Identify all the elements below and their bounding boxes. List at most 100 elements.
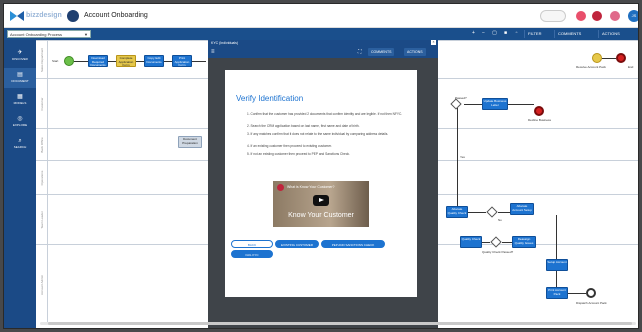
sidebar: ✈ DISCOVER ▤ DOCUMENT ▦ MODELS ◎ EXPLORE…	[4, 40, 36, 328]
sequence-flow	[136, 61, 144, 62]
play-icon[interactable]	[313, 195, 329, 206]
sidebar-item-document[interactable]: ▤ DOCUMENT	[4, 68, 36, 88]
map-icon[interactable]: ■	[502, 30, 509, 37]
comments-button[interactable]: COMMENTS	[554, 30, 584, 38]
intermediate-event[interactable]	[592, 53, 602, 63]
instruction-step: 5. If not an existing customer then proc…	[247, 152, 350, 156]
sidebar-item-label: SEARCH	[13, 145, 27, 149]
page-title: Account Onboarding	[84, 12, 148, 19]
sequence-flow	[468, 212, 486, 213]
start-event[interactable]	[64, 56, 74, 66]
process-select[interactable]: Account Onboarding Process ▼	[7, 30, 91, 38]
alerts-icon[interactable]	[592, 11, 602, 21]
sidebar-item-label: DISCOVER	[12, 57, 28, 61]
sequence-flow	[498, 212, 510, 213]
filter-button[interactable]: FILTER	[524, 30, 544, 38]
no-label: No	[498, 218, 502, 222]
task-node[interactable]: Download Required Documents	[88, 55, 108, 67]
sidebar-item-label: DOCUMENT	[11, 79, 29, 83]
menu-icon[interactable]: ≡	[211, 48, 215, 56]
sidebar-item-label: EXPLORE	[12, 123, 28, 127]
document-icon: ▤	[17, 72, 23, 78]
receive-pack-label: Receive Account Pack	[576, 65, 606, 69]
sequence-flow	[74, 61, 88, 62]
sidebar-item-explore[interactable]: ◎ EXPLORE	[4, 112, 36, 132]
end-event[interactable]	[586, 288, 596, 298]
task-node[interactable]: Document Preparation	[178, 136, 202, 148]
horizontal-scrollbar[interactable]	[40, 322, 636, 325]
sequence-flow	[464, 104, 482, 105]
sequence-flow	[457, 108, 458, 206]
search-toggle[interactable]	[540, 10, 566, 22]
panel-actions-button[interactable]: ACTIONS	[404, 48, 426, 56]
quality-passed-label: Quality Check Passed?	[482, 250, 514, 254]
app-window: bizzdesign Account Onboarding JS Account…	[3, 3, 639, 329]
task-node[interactable]: Print Application Form	[172, 55, 192, 67]
task-node-highlighted[interactable]: Complete Application Form	[116, 55, 136, 67]
task-node[interactable]: Quality Check	[460, 236, 482, 248]
sequence-flow	[192, 61, 206, 62]
task-node[interactable]: Allocate Account Setup	[510, 203, 534, 215]
task-node[interactable]: Copy Edit Documents	[144, 55, 164, 67]
start-label: Start	[52, 59, 59, 63]
dispatch-label: Dispatch Account Pack	[576, 301, 607, 305]
notification-icon[interactable]	[576, 11, 586, 21]
video-player[interactable]: What is Know Your Customer? Know Your Cu…	[273, 181, 369, 227]
panel-comments-button[interactable]: COMMENTS	[368, 48, 395, 56]
video-title: What is Know Your Customer?	[287, 185, 335, 189]
sidebar-item-search[interactable]: ⌕ SEARCH	[4, 134, 36, 154]
channel-logo-icon	[277, 184, 284, 191]
sequence-flow	[108, 61, 116, 62]
sequence-flow	[602, 58, 616, 59]
task-node[interactable]: Update Business Letter	[482, 98, 508, 110]
sidebar-item-models[interactable]: ▦ MODELS	[4, 90, 36, 110]
sequence-flow	[556, 215, 557, 259]
top-bar: bizzdesign Account Onboarding JS	[4, 4, 638, 28]
task-node[interactable]: Reassign Quality Issues	[512, 236, 536, 248]
instruction-step: 2. Search the CRM application based on l…	[247, 124, 360, 128]
end-event[interactable]	[534, 106, 544, 116]
help-icon[interactable]	[610, 11, 620, 21]
instruction-step: 4. If an existing customer then proceed …	[247, 144, 332, 148]
instruction-step: 1. Confirm that the customer has provide…	[247, 112, 403, 116]
existing-customer-button[interactable]: EXISTING CUSTOMER	[275, 240, 319, 248]
app-icon	[67, 10, 79, 22]
chevron-down-icon: ▼	[84, 32, 88, 37]
task-node[interactable]: Setup Account	[546, 259, 568, 271]
actions-button[interactable]: ACTIONS	[598, 30, 623, 38]
passed-label: Passed?	[455, 96, 467, 100]
sidebar-item-discover[interactable]: ✈ DISCOVER	[4, 46, 36, 66]
sequence-flow	[568, 293, 586, 294]
document-page: Verify Identification 1. Confirm that th…	[225, 70, 417, 297]
yes-label: Yes	[460, 155, 465, 159]
lane-label: Operations	[39, 170, 44, 185]
decline-label: Decline Business	[528, 118, 552, 122]
zoom-in-icon[interactable]: +	[470, 30, 477, 37]
sequence-flow	[502, 242, 512, 243]
fit-icon[interactable]: ▢	[491, 30, 498, 37]
task-node[interactable]: Print Account Pack	[546, 287, 568, 299]
end-label: End	[628, 65, 634, 69]
expand-icon[interactable]: ▫	[513, 30, 520, 37]
back-button[interactable]: BACK	[231, 240, 273, 248]
fullscreen-icon[interactable]: ⛶	[358, 49, 362, 55]
lane-label: Back Office	[39, 136, 44, 153]
models-icon: ▦	[17, 94, 23, 100]
fail-kyc-button[interactable]: FAIL KYC	[231, 250, 273, 258]
process-toolbar: Account Onboarding Process ▼ + − ▢ ■ ▫ F…	[4, 28, 638, 40]
end-event[interactable]	[616, 53, 626, 63]
task-node[interactable]: Allocate Quality Check	[446, 206, 468, 218]
close-icon[interactable]: ×	[431, 40, 436, 45]
document-title: Verify Identification	[236, 94, 304, 103]
explore-icon: ◎	[17, 116, 23, 122]
compass-icon: ✈	[17, 50, 23, 56]
lane-label: Customer	[39, 96, 44, 111]
zoom-out-icon[interactable]: −	[480, 30, 487, 37]
avatar[interactable]: JS	[628, 10, 638, 22]
sidebar-item-label: MODELS	[13, 101, 27, 105]
lane-label: Account Admin	[39, 274, 44, 295]
scrollbar-thumb[interactable]	[48, 322, 632, 325]
kyc-panel: KYC (Individuals) × ≡ ⛶ COMMENTS ACTIONS…	[208, 40, 438, 328]
brand-logo-icon	[10, 11, 24, 21]
pep-sanctions-button[interactable]: PEP AND SANCTIONS CHECK	[321, 240, 385, 248]
